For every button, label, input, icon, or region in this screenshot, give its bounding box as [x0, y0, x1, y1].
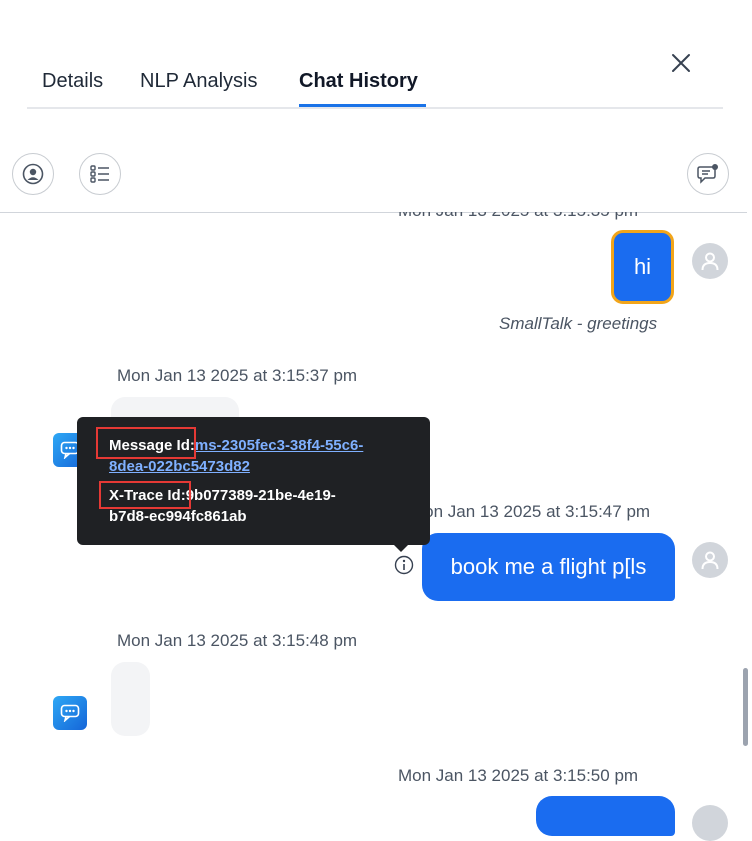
list-icon	[90, 165, 109, 183]
tab-chat-history[interactable]: Chat History	[299, 70, 418, 93]
xtrace-id-highlight	[99, 481, 191, 509]
message-timestamp: Mon Jan 13 2025 at 3:15:37 pm	[117, 366, 358, 385]
info-icon	[394, 555, 414, 575]
tab-details[interactable]: Details	[42, 70, 103, 93]
chat-settings-button[interactable]	[687, 153, 729, 195]
message-info-button[interactable]	[394, 555, 414, 575]
tab-nlp-analysis[interactable]: NLP Analysis	[140, 70, 257, 93]
user-info-button[interactable]	[12, 153, 54, 195]
message-timestamp: Mon Jan 13 2025 at 3:15:47 pm	[410, 502, 651, 521]
message-timestamp: Mon Jan 13 2025 at 3:15:50 pm	[398, 766, 639, 785]
chat-settings-icon	[697, 164, 718, 184]
message-id-link-cont[interactable]: 8dea-022bc5473d82	[109, 458, 250, 475]
xtrace-id-value-cont: b7d8-ec994fc861ab	[109, 508, 247, 525]
message-timestamp: Mon Jan 13 2025 at 3:15:48 pm	[117, 631, 358, 650]
scrollbar[interactable]	[743, 668, 748, 746]
tab-divider	[27, 107, 723, 109]
close-button[interactable]	[666, 48, 696, 78]
user-message-bubble[interactable]: hi	[611, 230, 674, 304]
list-view-button[interactable]	[79, 153, 121, 195]
message-id-link[interactable]: ms-2305fec3-38f4-55c6-	[195, 437, 363, 454]
intent-label: SmallTalk - greetings	[499, 314, 658, 333]
user-message-bubble[interactable]	[536, 796, 675, 836]
avatar	[692, 542, 728, 578]
user-icon	[701, 252, 719, 271]
user-message-bubble[interactable]: book me a flight p[ls	[422, 533, 675, 601]
message-id-highlight	[96, 427, 196, 459]
tooltip-caret	[394, 545, 408, 552]
message-timestamp: Mon Jan 13 2025 at 3:15:35 pm	[398, 201, 639, 220]
avatar	[692, 805, 728, 841]
message-text: hi	[633, 254, 652, 279]
message-info-tooltip: Message Id:ms-2305fec3-38f4-55c6- 8dea-0…	[77, 417, 430, 545]
xtrace-id-value: 9b077389-21be-4e19-	[185, 487, 336, 504]
message-text: book me a flight p[ls	[450, 554, 647, 579]
user-icon	[701, 551, 719, 570]
avatar	[692, 243, 728, 279]
bot-avatar	[53, 696, 87, 730]
close-icon	[672, 54, 690, 72]
user-circle-icon	[22, 163, 44, 185]
bot-message-bubble	[111, 662, 150, 736]
bot-chat-icon	[60, 704, 80, 722]
